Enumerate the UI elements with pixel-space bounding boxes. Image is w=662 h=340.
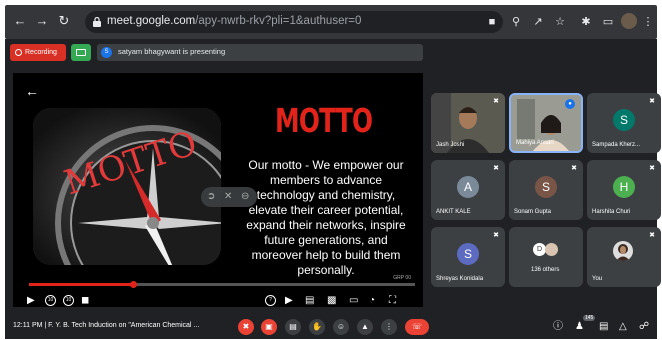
video-progress-fill xyxy=(29,283,134,286)
others-count: 136 others xyxy=(531,267,560,273)
mic-off-button[interactable]: ✖ xyxy=(238,319,254,335)
speed-icon[interactable]: ◔ xyxy=(369,295,375,306)
sidepanel-icon[interactable]: ▭ xyxy=(601,15,615,29)
forward-10-icon[interactable]: 10 xyxy=(63,295,74,306)
presentation-overlay-controls: ➲ ✕ ⊖ xyxy=(201,187,257,207)
motto-compass-image: MOTTO xyxy=(33,108,221,265)
people-icon[interactable]: ♟ xyxy=(575,321,584,333)
present-indicator[interactable] xyxy=(71,44,91,61)
reactions-button[interactable]: ☺ xyxy=(333,319,349,335)
share-icon[interactable]: ↗ xyxy=(531,15,545,29)
participant-name: Shreyas Konidala xyxy=(436,276,484,282)
play-icon[interactable]: ▶ xyxy=(27,295,35,306)
self-tile[interactable]: You ✖ xyxy=(587,227,661,287)
mute-overlay-icon[interactable]: ✕ xyxy=(224,191,232,202)
reload-icon[interactable]: ↻ xyxy=(57,14,71,28)
participant-name: Harshita Churi xyxy=(592,209,631,215)
present-screen-icon xyxy=(76,49,86,56)
participant-tile[interactable]: S Sampada Kherz... ✖ xyxy=(587,93,661,153)
address-bar[interactable]: meet.google.com/apy-nwrb-rkv?pli=1&authu… xyxy=(85,11,503,33)
fullscreen-icon[interactable]: ⛶ xyxy=(389,295,396,306)
others-tile[interactable]: D 136 others xyxy=(509,227,583,287)
muted-mic-icon: ✖ xyxy=(649,165,655,172)
presenting-banner: S satyam bhagywant is presenting xyxy=(97,44,423,61)
participant-name: Sampada Kherz... xyxy=(592,142,641,148)
muted-mic-icon: ✖ xyxy=(493,165,499,172)
pin-icon[interactable]: ➲ xyxy=(207,191,215,202)
participant-tile-active[interactable]: Mahiya Ansari ● xyxy=(509,93,583,153)
leave-call-button[interactable]: ☏ xyxy=(405,319,429,335)
camera-icon[interactable]: ■ xyxy=(485,15,499,29)
meeting-stage: ← MOTTO MOTTO Our motto - We empower our… xyxy=(5,65,661,315)
captions-icon[interactable]: ▩ xyxy=(327,295,336,306)
help-icon[interactable]: ? xyxy=(265,295,276,306)
muted-mic-icon: ✖ xyxy=(493,98,499,105)
muted-mic-icon: ✖ xyxy=(649,98,655,105)
browser-toolbar: ← → ↻ meet.google.com/apy-nwrb-rkv?pli=1… xyxy=(5,5,657,39)
video-progress-bar[interactable] xyxy=(29,281,415,288)
next-icon[interactable]: ▶ xyxy=(285,295,293,306)
camera-off-button[interactable]: ▣ xyxy=(261,319,277,335)
lock-icon xyxy=(93,17,101,27)
url-host: meet.google.com xyxy=(107,15,196,27)
more-options-button[interactable]: ⋮ xyxy=(381,319,397,335)
present-button[interactable]: ▲ xyxy=(357,319,373,335)
chat-icon[interactable]: ▤ xyxy=(599,321,608,333)
extensions-icon[interactable]: ✱ xyxy=(579,15,593,29)
bookmark-star-icon[interactable]: ☆ xyxy=(553,15,567,29)
back-arrow-icon[interactable]: ← xyxy=(25,83,39,99)
participant-name: You xyxy=(592,276,603,282)
meet-top-bar: Recording S satyam bhagywant is presenti… xyxy=(5,39,657,65)
muted-mic-icon: ✖ xyxy=(493,232,499,239)
zoom-icon[interactable]: ⚲ xyxy=(509,15,523,29)
recording-badge[interactable]: Recording xyxy=(10,44,66,61)
participant-name: Jash Joshi xyxy=(436,142,465,148)
meet-bottom-bar: 12:11 PM | F. Y. B. Tech Induction on "A… xyxy=(5,315,657,339)
participant-tile[interactable]: S Shreyas Konidala ✖ xyxy=(431,227,505,287)
speaking-indicator-icon: ● xyxy=(565,99,575,109)
participant-tile[interactable]: H Harshita Churi ✖ xyxy=(587,160,661,220)
participant-tile[interactable]: S Sonam Gupta ✖ xyxy=(509,160,583,220)
video-progress-handle[interactable] xyxy=(130,281,138,288)
activities-icon[interactable]: △ xyxy=(619,321,627,333)
participant-avatar: S xyxy=(613,109,635,131)
muted-mic-icon: ✖ xyxy=(649,232,655,239)
participant-avatar: S xyxy=(457,243,479,265)
meeting-details-icon[interactable]: ⓘ xyxy=(553,321,563,333)
participant-name: ANKIT KALE xyxy=(436,209,471,215)
participant-avatar-photo xyxy=(545,243,558,256)
participant-name: Mahiya Ansari xyxy=(516,140,554,146)
slide-title: MOTTO xyxy=(275,101,373,140)
raise-hand-button[interactable]: ✋ xyxy=(309,319,325,335)
self-avatar xyxy=(613,241,633,261)
volume-icon[interactable]: ◼ xyxy=(81,295,89,306)
miniplayer-icon[interactable]: ▭ xyxy=(349,295,358,306)
back-icon[interactable]: ← xyxy=(13,14,27,28)
host-controls-icon[interactable]: ☍ xyxy=(639,321,649,333)
presenter-avatar: S xyxy=(101,47,112,58)
participant-avatar: S xyxy=(535,176,557,198)
participant-avatar: H xyxy=(613,176,635,198)
remove-icon[interactable]: ⊖ xyxy=(241,191,249,202)
presentation-area: ← MOTTO MOTTO Our motto - We empower our… xyxy=(13,73,423,307)
url-text: meet.google.com/apy-nwrb-rkv?pli=1&authu… xyxy=(107,15,361,27)
menu-icon[interactable]: ⋮ xyxy=(641,15,655,29)
participant-tile[interactable]: A ANKIT KALE ✖ xyxy=(431,160,505,220)
profile-avatar[interactable] xyxy=(621,13,637,29)
participant-name: Sonam Gupta xyxy=(514,209,552,215)
participant-avatar: A xyxy=(457,176,479,198)
slide-body-text: Our motto - We empower our members to ad… xyxy=(246,158,406,277)
muted-mic-icon: ✖ xyxy=(571,165,577,172)
forward-icon[interactable]: → xyxy=(35,14,49,28)
participant-tile[interactable]: Jash Joshi ✖ xyxy=(431,93,505,153)
playlist-icon[interactable]: ▤ xyxy=(305,295,314,306)
presenting-text: satyam bhagywant is presenting xyxy=(118,47,226,56)
video-time-label: GRP 00 xyxy=(393,275,411,281)
participant-count-badge: 145 xyxy=(583,315,596,321)
captions-button[interactable]: ▤ xyxy=(285,319,301,335)
url-path: /apy-nwrb-rkv?pli=1&authuser=0 xyxy=(195,15,362,27)
rewind-10-icon[interactable]: 10 xyxy=(45,295,56,306)
meeting-info: 12:11 PM | F. Y. B. Tech Induction on "A… xyxy=(13,322,200,329)
